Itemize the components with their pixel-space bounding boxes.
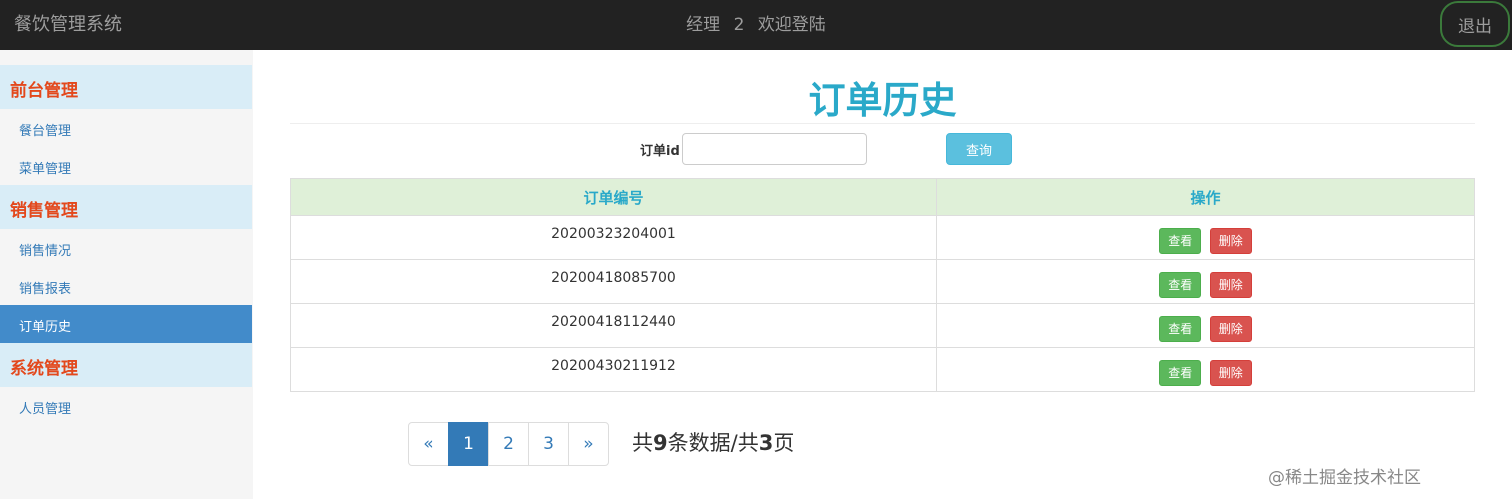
- watermark: @稀土掘金技术社区: [1268, 463, 1421, 488]
- sidebar-item-sales-status[interactable]: 销售情况: [0, 229, 252, 267]
- order-no-cell: 20200430211912: [290, 347, 937, 392]
- summary-prefix: 共: [632, 431, 653, 455]
- top-navbar: 餐饮管理系统 经理 2 欢迎登陆 退出: [0, 0, 1512, 50]
- order-no: 20200418085700: [551, 269, 676, 286]
- pagination-summary: 共9条数据/共3页: [632, 427, 794, 457]
- sidebar-section-sales[interactable]: 销售管理: [0, 185, 252, 229]
- page-3-button[interactable]: 3: [528, 422, 569, 466]
- title-divider: [290, 123, 1475, 124]
- sidebar-section-frontdesk[interactable]: 前台管理: [0, 65, 252, 109]
- page-next-button[interactable]: »: [568, 422, 609, 466]
- user-role: 经理: [686, 15, 721, 35]
- order-no-cell: 20200418085700: [290, 259, 937, 304]
- page-2-button[interactable]: 2: [488, 422, 529, 466]
- order-id-label: 订单id: [640, 144, 680, 159]
- table-row: 20200323204001 查看 删除: [290, 215, 1475, 260]
- actions-cell: 查看 删除: [936, 259, 1475, 304]
- page-prev-button[interactable]: «: [408, 422, 449, 466]
- welcome-message: 经理 2 欢迎登陆: [0, 10, 1512, 35]
- sidebar-item-sales-report[interactable]: 销售报表: [0, 267, 252, 305]
- order-no: 20200430211912: [551, 357, 676, 374]
- order-no: 20200323204001: [551, 225, 676, 242]
- table-header-row: 订单编号 操作: [290, 178, 1475, 216]
- view-button[interactable]: 查看: [1159, 227, 1202, 254]
- search-button[interactable]: 查询: [946, 133, 1012, 165]
- order-no-cell: 20200418112440: [290, 303, 937, 348]
- delete-button[interactable]: 删除: [1209, 227, 1252, 254]
- order-no-cell: 20200323204001: [290, 215, 937, 260]
- delete-button[interactable]: 删除: [1209, 315, 1252, 342]
- welcome-text: 欢迎登陆: [757, 15, 826, 35]
- sidebar-item-menu[interactable]: 菜单管理: [0, 147, 252, 185]
- view-button[interactable]: 查看: [1159, 315, 1202, 342]
- sidebar-item-staff[interactable]: 人员管理: [0, 387, 252, 425]
- table-row: 20200418112440 查看 删除: [290, 303, 1475, 348]
- column-header-actions: 操作: [936, 178, 1475, 216]
- table-row: 20200430211912 查看 删除: [290, 347, 1475, 392]
- order-table: 订单编号 操作 20200323204001 查看 删除 20200418085…: [290, 178, 1475, 392]
- total-pages: 3: [758, 431, 774, 455]
- order-no: 20200418112440: [551, 313, 676, 330]
- summary-suffix: 页: [773, 431, 795, 455]
- page-1-button[interactable]: 1: [448, 422, 489, 466]
- view-button[interactable]: 查看: [1159, 359, 1202, 386]
- sidebar-section-system[interactable]: 系统管理: [0, 343, 252, 387]
- column-header-order-no: 订单编号: [290, 178, 937, 216]
- view-button[interactable]: 查看: [1159, 271, 1202, 298]
- user-id: 2: [733, 15, 745, 35]
- actions-cell: 查看 删除: [936, 215, 1475, 260]
- order-id-input[interactable]: [682, 133, 867, 165]
- page-title: 订单历史: [808, 79, 957, 122]
- summary-mid: 条数据/共: [667, 431, 759, 455]
- total-records: 9: [653, 431, 668, 455]
- actions-cell: 查看 删除: [936, 347, 1475, 392]
- sidebar-item-order-history[interactable]: 订单历史: [0, 305, 252, 343]
- sidebar-item-tables[interactable]: 餐台管理: [0, 109, 252, 147]
- sidebar: 前台管理 餐台管理 菜单管理 销售管理 销售情况 销售报表 订单历史 系统管理 …: [0, 50, 253, 499]
- pagination: « 1 2 3 »: [408, 422, 609, 466]
- logout-button[interactable]: 退出: [1440, 1, 1510, 47]
- actions-cell: 查看 删除: [936, 303, 1475, 348]
- table-row: 20200418085700 查看 删除: [290, 259, 1475, 304]
- delete-button[interactable]: 删除: [1209, 359, 1252, 386]
- delete-button[interactable]: 删除: [1209, 271, 1252, 298]
- watermark-text: @稀土掘金技术社区: [1268, 468, 1421, 488]
